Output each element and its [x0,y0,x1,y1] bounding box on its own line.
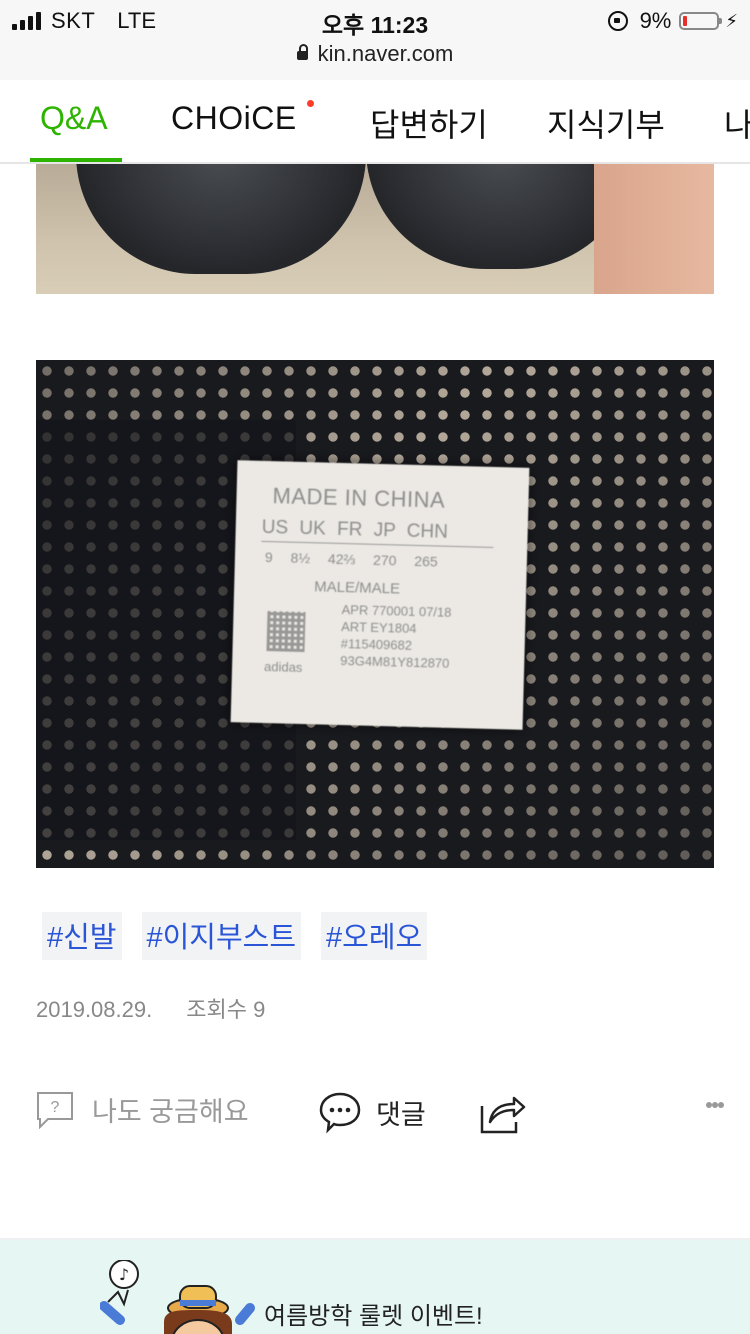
shoe-sole-left [76,164,366,274]
photo-shoe-label[interactable]: MADE IN CHINA US UK FR JP CHN 9 8½ 42⅔ 2… [36,360,714,868]
url-text: kin.naver.com [317,41,454,66]
photo-shoe-soles[interactable] [36,164,714,294]
comment-label: 댓글 [376,1099,426,1130]
hashtag[interactable]: #이지부스트 [141,912,302,960]
charging-icon: ⚡ [725,10,738,31]
me-too-curious-label: 나도 궁금해요 [92,1097,249,1127]
label-brand: adidas [263,658,303,675]
hashtag[interactable]: #신발 [42,912,122,960]
rotation-lock-icon [607,11,628,31]
share-button[interactable] [478,1090,526,1134]
post-meta: 2019.08.29. 조회수 9 [36,992,265,1024]
action-bar: ? 나도 궁금해요 댓글 [0,1090,750,1150]
hashtag-list: #신발 #이지부스트 #오레오 [42,912,428,960]
new-badge-dot [307,100,314,107]
banner-text: 여름방학 룰렛 이벤트! [264,1303,483,1330]
comment-icon [319,1092,361,1134]
more-options-icon[interactable] [706,1102,724,1117]
battery-percent: 9% [639,8,672,33]
view-count: 조회수 9 [186,997,266,1022]
nav-tabs: Q&A CHOiCE 답변하기 지식기부 나 [0,80,750,164]
tab-answer[interactable]: 답변하기 [370,100,488,146]
svg-text:♪: ♪ [119,1265,129,1284]
mascot-icon: ♪ ㅇ<< [100,1260,255,1334]
status-right: 9% ⚡ [607,8,738,34]
label-code: 93G4M81Y812870 [340,652,450,671]
label-gender: MALE/MALE [313,578,401,598]
qr-code-icon [266,611,306,653]
me-too-curious-button[interactable]: ? 나도 궁금해요 [36,1090,249,1129]
label-size-systems: US UK FR JP CHN [261,516,449,543]
question-bubble-icon: ? [37,1091,73,1129]
size-label: MADE IN CHINA US UK FR JP CHN 9 8½ 42⅔ 2… [230,460,530,730]
label-codes: APR 770001 07/18 ART EY1804 #115409682 9… [340,601,452,672]
tab-qa[interactable]: Q&A [40,100,108,137]
hashtag[interactable]: #오레오 [321,912,428,960]
address-bar[interactable]: kin.naver.com [0,41,750,67]
status-bar: SKT LTE 오후 11:23 kin.naver.com 9% ⚡ [0,0,750,80]
comment-button[interactable]: 댓글 [318,1090,426,1134]
tab-choice[interactable]: CHOiCE [171,100,297,137]
event-banner[interactable]: ♪ ㅇ<< 여름방학 룰렛 이벤트! [0,1240,750,1334]
tab-donate[interactable]: 지식기부 [547,100,665,146]
svg-text:?: ? [51,1099,60,1116]
active-tab-indicator [30,158,122,162]
post-date: 2019.08.29. [36,997,153,1022]
lock-icon [296,44,308,60]
hand [594,164,714,294]
battery-icon [679,12,723,30]
tab-me[interactable]: 나 [724,100,750,146]
label-size-values: 9 8½ 42⅔ 270 265 [264,548,438,570]
share-icon [480,1096,526,1134]
label-title: MADE IN CHINA [272,483,446,513]
